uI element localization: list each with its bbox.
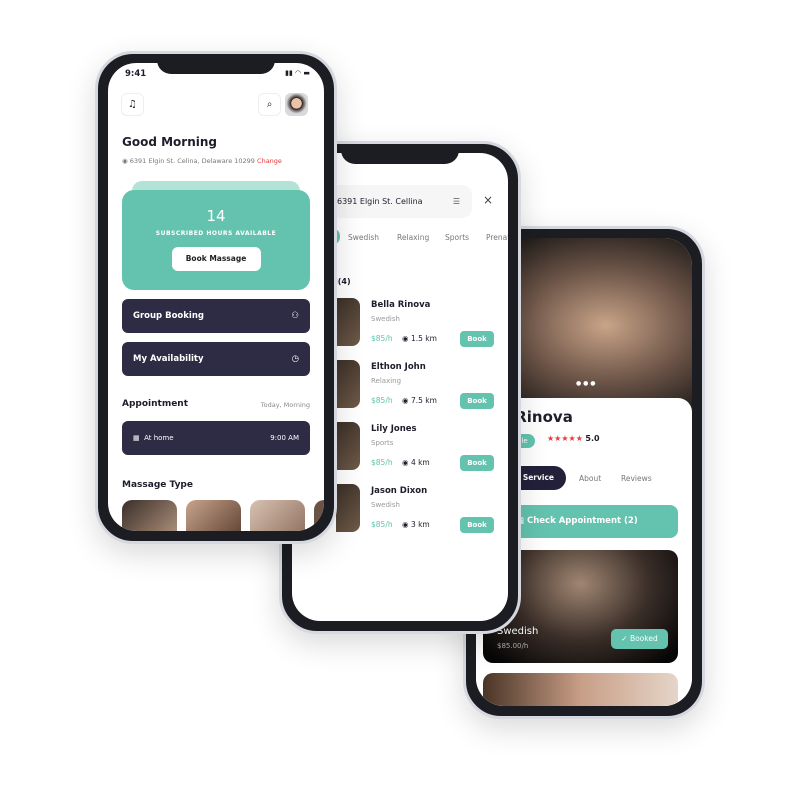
category-sports[interactable]: Sports <box>445 233 469 242</box>
location-pin-icon: ◉ <box>402 520 411 529</box>
group-booking-button[interactable]: Group Booking ⚇ <box>122 299 310 333</box>
search-query: 6391 Elgin St. Cellina <box>337 197 423 206</box>
therapist-price: $85/h <box>371 396 393 405</box>
home-screen: 9:41 ▮▮ ◠ ▬ ♫ ⌕ Good Morning ◉ 6391 Elgi… <box>108 63 324 531</box>
therapist-name: Elthon John <box>371 362 426 372</box>
massage-type-item[interactable] <box>250 500 305 531</box>
location-pin-icon: ◉ <box>402 458 411 467</box>
group-icon: ⚇ <box>291 311 299 321</box>
location-pin-icon: ◉ <box>122 157 130 165</box>
category-relaxing[interactable]: Relaxing <box>397 233 429 242</box>
group-booking-label: Group Booking <box>133 311 204 321</box>
therapist-price: $85/h <box>371 334 393 343</box>
book-button[interactable]: Book <box>460 393 494 409</box>
book-massage-button[interactable]: Book Massage <box>171 247 261 271</box>
phone-home: 9:41 ▮▮ ◠ ▬ ♫ ⌕ Good Morning ◉ 6391 Elgi… <box>95 51 337 544</box>
therapist-distance: ◉ 3 km <box>402 520 430 529</box>
distance-text: 7.5 km <box>410 396 437 405</box>
filter-icon[interactable]: ☰ <box>453 185 460 218</box>
therapist-photo <box>336 484 360 532</box>
availability-label: My Availability <box>133 354 204 364</box>
therapist-type: Swedish <box>371 315 400 323</box>
search-icon: ⌕ <box>266 99 273 110</box>
hours-card: 14 SUBSCRIBED HOURS AVAILABLE Book Massa… <box>122 190 310 290</box>
avatar[interactable] <box>285 93 308 116</box>
book-button[interactable]: Book <box>460 331 494 347</box>
massage-type-item[interactable] <box>122 500 177 531</box>
appointment-card[interactable]: ▦ At home 9:00 AM <box>122 421 310 455</box>
therapist-photo <box>336 298 360 346</box>
tab-reviews[interactable]: Reviews <box>621 474 652 483</box>
distance-text: 3 km <box>410 520 430 529</box>
therapist-distance: ◉ 7.5 km <box>402 396 437 405</box>
location-pin-icon: ◉ <box>402 396 411 405</box>
therapist-name: Lily Jones <box>371 424 417 434</box>
clock-icon: ◷ <box>291 354 299 364</box>
therapist-distance: ◉ 4 km <box>402 458 430 467</box>
status-icons: ▮▮ ◠ ▬ <box>285 69 310 77</box>
booked-label: Booked <box>629 634 658 643</box>
service-price: $85.00/h <box>497 642 529 650</box>
appointment-time: 9:00 AM <box>270 434 299 442</box>
therapist-price: $85/h <box>371 458 393 467</box>
massage-type-title: Massage Type <box>122 480 193 490</box>
therapist-type: Sports <box>371 439 394 447</box>
location-pin-icon: ◉ <box>402 334 411 343</box>
appointment-title: Appointment <box>122 399 189 409</box>
distance-text: 1.5 km <box>410 334 437 343</box>
rating-value: 5.0 <box>585 434 600 443</box>
therapist-price: $85/h <box>371 520 393 529</box>
carousel-dots: ● ● ● <box>576 380 596 387</box>
notch <box>341 144 459 164</box>
book-button[interactable]: Book <box>460 517 494 533</box>
hours-value: 14 <box>206 207 226 225</box>
appointment-place: At home <box>144 434 174 442</box>
check-icon: ✓ <box>621 634 630 643</box>
greeting: Good Morning <box>122 135 217 149</box>
bell-icon: ♫ <box>128 99 137 110</box>
rating-stars: ★★★★★ 5.0 <box>547 434 600 443</box>
close-icon[interactable]: × <box>483 193 493 207</box>
therapist-type: Relaxing <box>371 377 402 385</box>
therapist-name: Jason Dixon <box>371 486 428 496</box>
massage-type-item[interactable] <box>186 500 241 531</box>
tab-about[interactable]: About <box>579 474 601 483</box>
check-label: Check Appointment (2) <box>527 516 638 526</box>
address: ◉ 6391 Elgin St. Celina, Delaware 10299 … <box>122 157 282 165</box>
booked-badge[interactable]: ✓ Booked <box>611 629 668 649</box>
address-text: 6391 Elgin St. Celina, Delaware 10299 <box>129 157 255 165</box>
calendar-icon: ▦ <box>133 434 145 442</box>
availability-button[interactable]: My Availability ◷ <box>122 342 310 376</box>
notification-button[interactable]: ♫ <box>121 93 144 116</box>
massage-type-item[interactable] <box>314 500 324 531</box>
therapist-distance: ◉ 1.5 km <box>402 334 437 343</box>
category-swedish[interactable]: Swedish <box>348 233 379 242</box>
search-button[interactable]: ⌕ <box>258 93 281 116</box>
therapist-type: Swedish <box>371 501 400 509</box>
notch <box>157 54 275 74</box>
category-prenatal[interactable]: Prenatal <box>486 233 508 242</box>
hours-label: SUBSCRIBED HOURS AVAILABLE <box>155 230 277 237</box>
change-link[interactable]: Change <box>257 157 282 165</box>
therapist-photo <box>336 360 360 408</box>
therapist-photo <box>336 422 360 470</box>
therapist-name: Bella Rinova <box>371 300 431 310</box>
status-time: 9:41 <box>125 69 147 79</box>
appointment-when: Today, Morning <box>260 401 310 409</box>
service-card-2[interactable] <box>483 673 678 706</box>
distance-text: 4 km <box>410 458 430 467</box>
book-button[interactable]: Book <box>460 455 494 471</box>
